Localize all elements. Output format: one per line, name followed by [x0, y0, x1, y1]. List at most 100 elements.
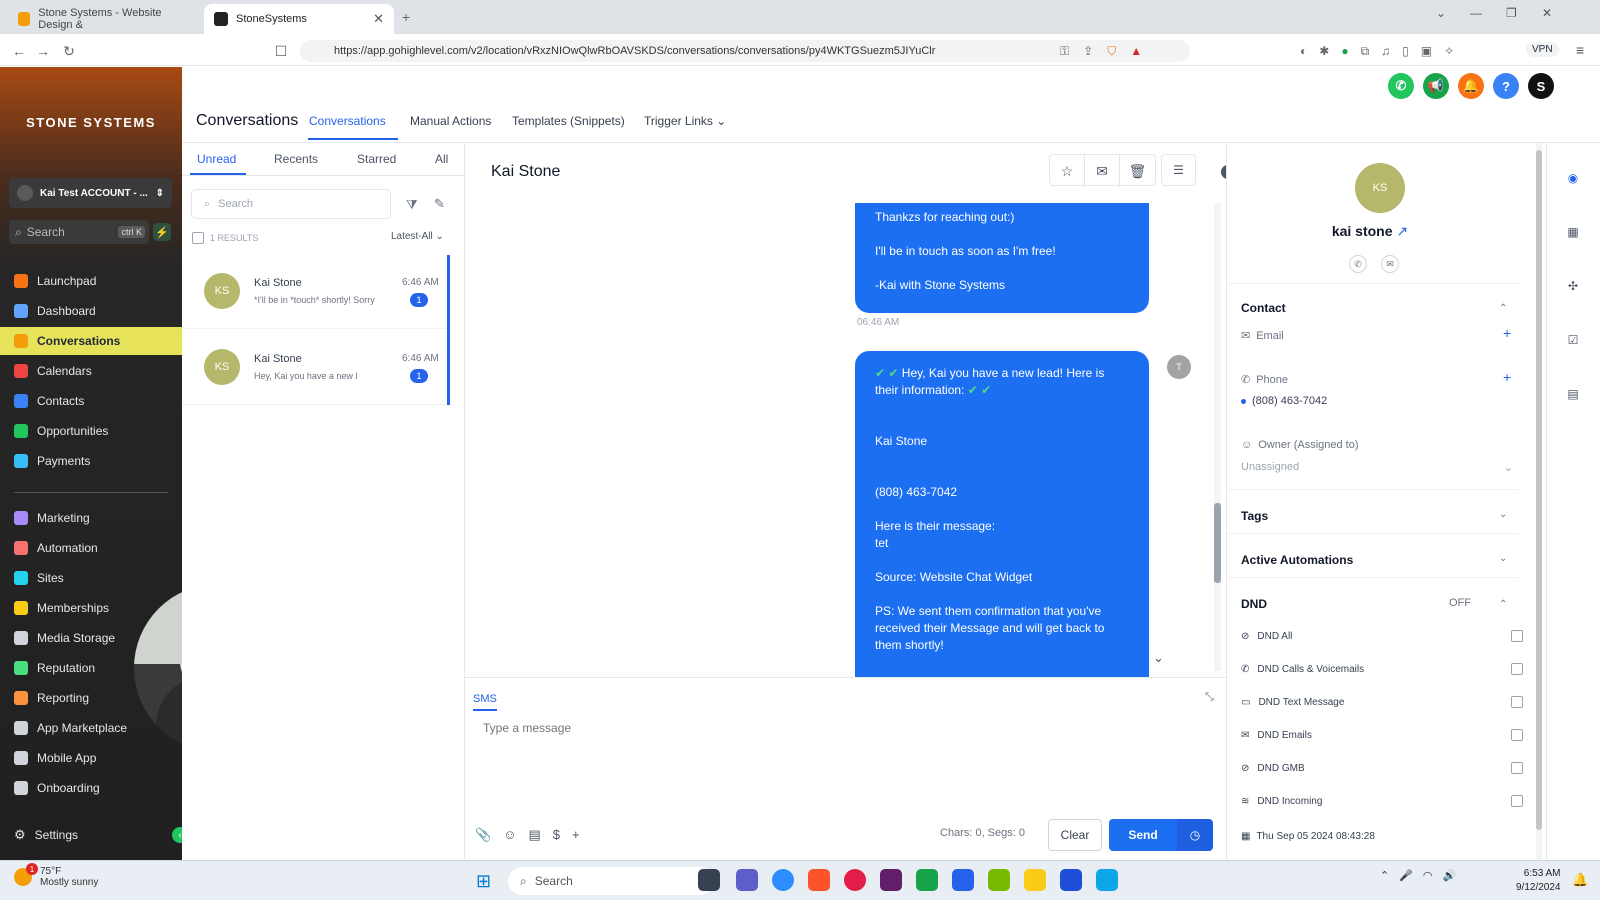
tab-conversations[interactable]: Conversations: [309, 114, 386, 128]
nvidia-icon[interactable]: [988, 869, 1010, 891]
bookmark-icon[interactable]: ☐: [272, 42, 290, 60]
list-tab-starred[interactable]: Starred: [357, 152, 396, 166]
file-explorer-icon[interactable]: [1024, 869, 1046, 891]
forward-icon[interactable]: →: [34, 42, 52, 60]
automations-section-title[interactable]: Active Automations: [1241, 553, 1353, 567]
add-icon[interactable]: +: [572, 827, 580, 843]
external-link-icon[interactable]: ↗: [1396, 223, 1408, 239]
dnd-checkbox[interactable]: [1511, 630, 1523, 642]
chat-scrollbar[interactable]: [1214, 203, 1221, 671]
tasks-icon[interactable]: ☑: [1562, 329, 1584, 351]
chat-scroll-thumb[interactable]: [1214, 503, 1221, 583]
volume-icon[interactable]: 🔊: [1443, 869, 1457, 882]
scroll-down-icon[interactable]: ⌄: [1153, 650, 1164, 666]
opportunities-icon[interactable]: ✣: [1562, 275, 1584, 297]
notepad-icon[interactable]: [952, 869, 974, 891]
reload-icon[interactable]: ↻: [60, 42, 78, 60]
channel-tab-sms[interactable]: SMS: [473, 693, 497, 705]
bell-icon[interactable]: 🔔: [1458, 73, 1484, 99]
restore-icon[interactable]: ❐: [1506, 6, 1517, 20]
select-all-checkbox[interactable]: [192, 232, 204, 244]
brave-rewards-icon[interactable]: ▲: [1130, 44, 1142, 59]
app-icon[interactable]: [1060, 869, 1082, 891]
sidebar-item-automation[interactable]: Automation: [0, 534, 182, 562]
dnd-checkbox[interactable]: [1511, 696, 1523, 708]
quick-action-icon[interactable]: ⚡: [153, 223, 171, 241]
contact-panel-scroll-thumb[interactable]: [1536, 150, 1542, 830]
dnd-checkbox[interactable]: [1511, 729, 1523, 741]
list-tab-recents[interactable]: Recents: [274, 152, 318, 166]
sort-dropdown[interactable]: Latest-All ⌄: [391, 231, 444, 242]
template-icon[interactable]: ▤: [528, 827, 540, 843]
url-field[interactable]: https://app.gohighlevel.com/v2/location/…: [300, 40, 1190, 62]
taskbar-search[interactable]: ⌕ Search: [508, 867, 714, 895]
tab-manual-actions[interactable]: Manual Actions: [410, 114, 491, 128]
excel-icon[interactable]: [916, 869, 938, 891]
collapse-composer-icon[interactable]: ⤡: [1205, 691, 1214, 704]
microphone-icon[interactable]: 🎤: [1399, 869, 1413, 882]
sidebar-item-calendars[interactable]: Calendars: [0, 357, 182, 385]
sidebar-icon[interactable]: ▯: [1402, 44, 1409, 59]
account-switcher[interactable]: Kai Test ACCOUNT - ... ⇕: [9, 178, 172, 208]
compose-icon[interactable]: ✎: [434, 196, 445, 212]
browser-tab[interactable]: Stone Systems - Website Design &: [8, 4, 198, 34]
send-button[interactable]: Send: [1109, 819, 1177, 851]
brave-icon[interactable]: [808, 869, 830, 891]
attachment-icon[interactable]: 📎: [475, 827, 491, 843]
sidebar-item-onboarding[interactable]: Onboarding: [0, 774, 182, 802]
tab-templates[interactable]: Templates (Snippets): [512, 114, 625, 128]
extension-icon[interactable]: ◐: [1300, 44, 1307, 59]
star-icon[interactable]: ☆: [1050, 155, 1085, 187]
profile-avatar[interactable]: S: [1528, 73, 1554, 99]
message-input[interactable]: [473, 715, 1209, 805]
app-icon[interactable]: [844, 869, 866, 891]
sidebar-item-marketing[interactable]: Marketing: [0, 504, 182, 532]
schedule-send-icon[interactable]: ◷: [1177, 819, 1213, 851]
payment-icon[interactable]: $: [553, 827, 560, 843]
sidebar-item-payments[interactable]: Payments: [0, 447, 182, 475]
mark-unread-icon[interactable]: ✉: [1085, 155, 1120, 187]
tab-search-icon[interactable]: ⌄: [1436, 6, 1446, 20]
notification-icon[interactable]: 🔔: [1572, 872, 1588, 888]
wallet-icon[interactable]: ▣: [1421, 44, 1432, 59]
teams-icon[interactable]: [736, 869, 758, 891]
puzzle-icon[interactable]: ⧉: [1361, 44, 1370, 59]
add-email-icon[interactable]: +: [1503, 325, 1511, 341]
notes-icon[interactable]: ▤: [1562, 383, 1584, 405]
share-icon[interactable]: ⇪: [1083, 44, 1093, 59]
minimize-icon[interactable]: —: [1470, 6, 1482, 20]
owner-select[interactable]: Unassigned ⌄: [1241, 461, 1519, 474]
chevron-up-icon[interactable]: ⌃: [1499, 599, 1507, 610]
megaphone-icon[interactable]: 📢: [1423, 73, 1449, 99]
new-tab-icon[interactable]: +: [402, 9, 410, 25]
tab-trigger-links[interactable]: Trigger Links ⌄: [644, 114, 726, 128]
dnd-checkbox[interactable]: [1511, 795, 1523, 807]
clear-button[interactable]: Clear: [1048, 819, 1102, 851]
tags-section-title[interactable]: Tags: [1241, 509, 1268, 523]
zoom-icon[interactable]: [772, 869, 794, 891]
filter-messages-icon[interactable]: ☰: [1161, 154, 1196, 186]
wifi-icon[interactable]: ◠: [1423, 869, 1433, 882]
sidebar-item-opportunities[interactable]: Opportunities: [0, 417, 182, 445]
dnd-checkbox[interactable]: [1511, 762, 1523, 774]
conversation-row[interactable]: KS Kai Stone 6:46 AM Hey, Kai you have a ne…: [182, 331, 452, 405]
list-tab-all[interactable]: All: [435, 152, 448, 166]
close-tab-icon[interactable]: ✕: [373, 11, 384, 27]
menu-icon[interactable]: ≡: [1576, 42, 1584, 58]
music-icon[interactable]: ♫: [1381, 44, 1390, 59]
app-icon[interactable]: [1096, 869, 1118, 891]
conversation-row[interactable]: KS Kai Stone 6:46 AM *I'll be in *touch* sh…: [182, 255, 452, 329]
sidebar-item-mobile-app[interactable]: Mobile App: [0, 744, 182, 772]
slack-icon[interactable]: [880, 869, 902, 891]
phone-value-row[interactable]: (808) 463-7042: [1241, 395, 1327, 407]
filter-icon[interactable]: ⧩: [406, 197, 418, 213]
dnd-checkbox[interactable]: [1511, 663, 1523, 675]
phone-icon[interactable]: ✆: [1388, 73, 1414, 99]
brave-shield-icon[interactable]: ⛉: [1107, 44, 1116, 59]
close-window-icon[interactable]: ✕: [1542, 6, 1552, 20]
contact-profile-icon[interactable]: ◉: [1562, 167, 1584, 189]
sidebar-item-dashboard[interactable]: Dashboard: [0, 297, 182, 325]
browser-tab-active[interactable]: StoneSystems ✕: [204, 4, 394, 34]
sidebar-item-contacts[interactable]: Contacts: [0, 387, 182, 415]
email-icon[interactable]: ✉: [1381, 255, 1399, 273]
